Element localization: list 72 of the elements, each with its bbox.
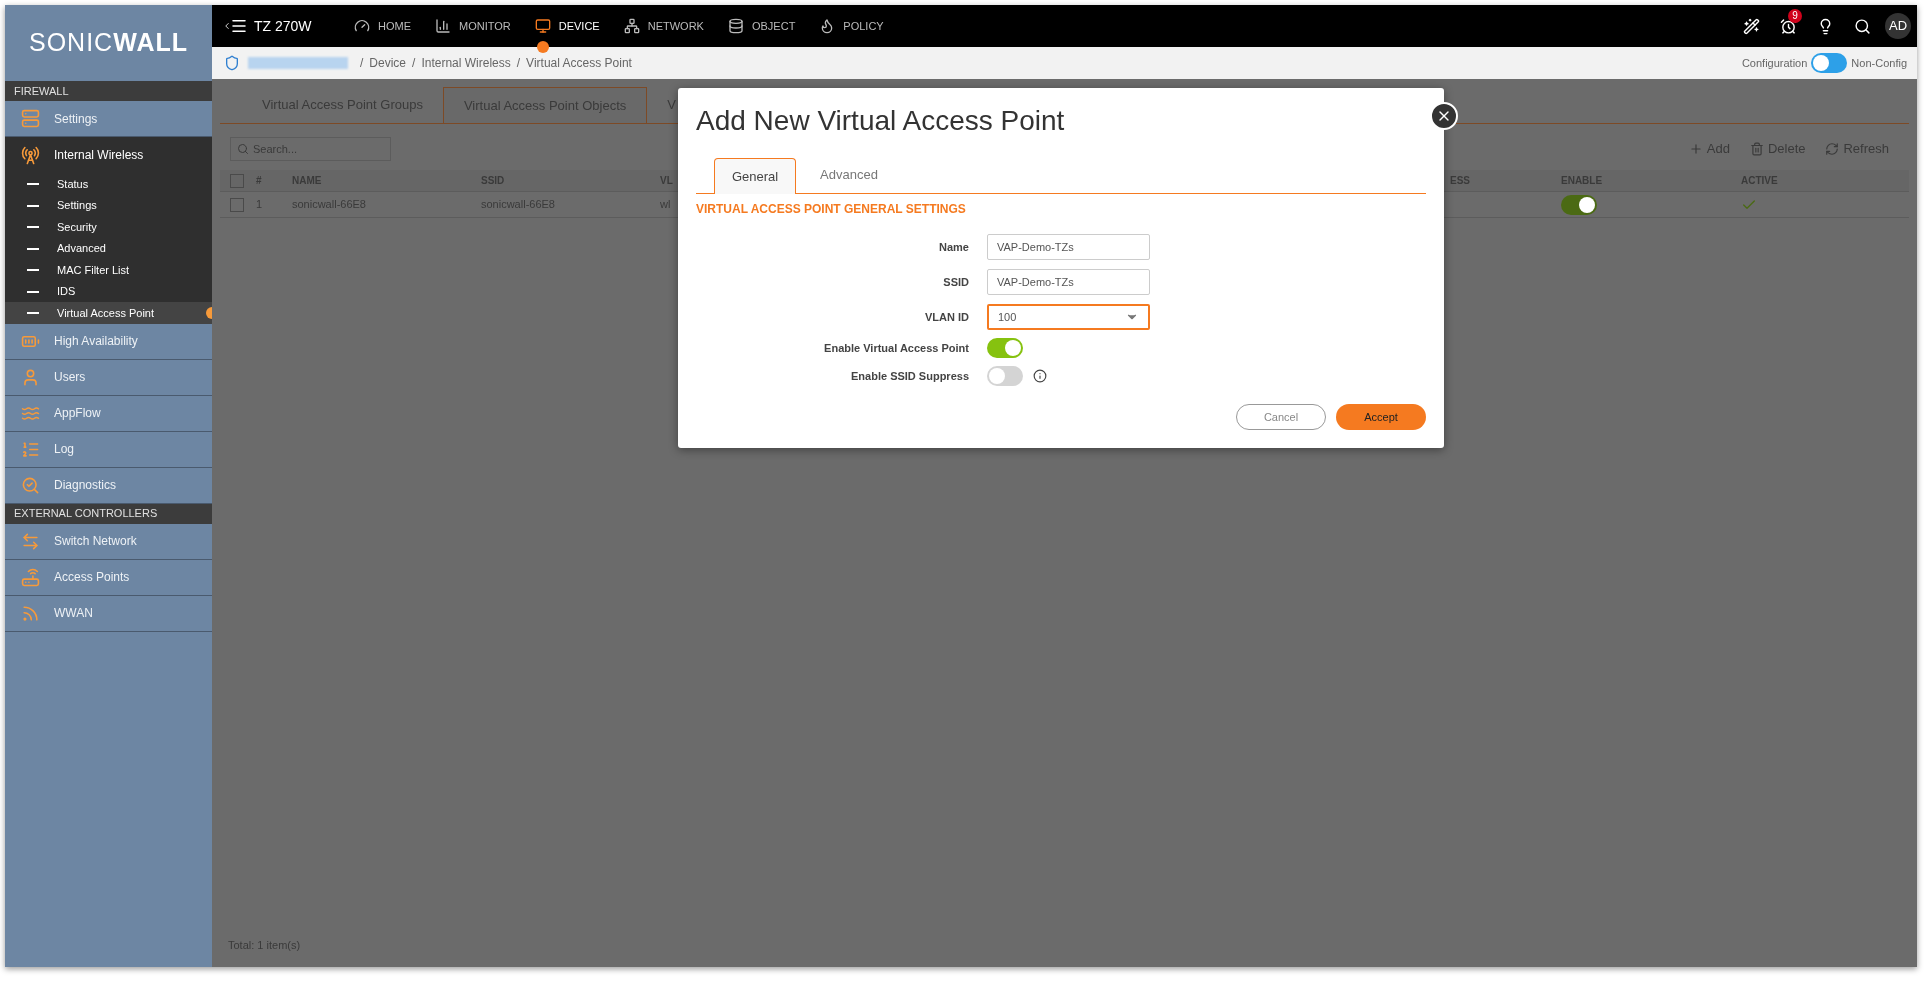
nav-tab[interactable]: NETWORK (611, 5, 716, 47)
wand-icon[interactable] (1743, 17, 1760, 35)
mode-switch[interactable] (1811, 53, 1848, 73)
chart-icon (435, 18, 451, 34)
nav-tab[interactable]: POLICY (807, 5, 896, 47)
sidebar-subitem[interactable]: Status (5, 173, 212, 195)
network-icon (623, 18, 640, 34)
brand-logo: SONICWALL (29, 27, 188, 59)
router-icon (21, 567, 40, 587)
field-label: VLAN ID (924, 309, 970, 325)
toggle-switch[interactable] (987, 338, 1023, 358)
sidebar-subitem[interactable]: MAC Filter List (5, 259, 212, 281)
monitor-icon (534, 18, 551, 34)
list-icon (21, 439, 40, 459)
nav-tab[interactable]: HOME (342, 5, 423, 47)
trash-icon (1749, 142, 1764, 156)
sidebar-item[interactable]: Internal Wireless (5, 137, 212, 173)
field-label: Name (938, 239, 970, 255)
database-icon (727, 18, 744, 34)
search-icon (237, 143, 249, 155)
breadcrumb-separator: / (412, 55, 416, 72)
refresh-icon (1825, 142, 1840, 156)
search-icon[interactable] (1854, 17, 1871, 35)
magnifier-icon (21, 475, 40, 495)
shield-icon (224, 55, 240, 71)
notification-badge: 9 (1788, 8, 1802, 23)
toggle-label: Enable SSID Suppress (850, 368, 970, 384)
checkbox[interactable] (230, 197, 244, 212)
device-name: TZ 270W (254, 16, 312, 36)
section-header: FIREWALL (5, 81, 212, 101)
vlan-dropdown[interactable]: 100 (987, 304, 1150, 330)
section-heading: VIRTUAL ACCESS POINT GENERAL SETTINGS (696, 201, 967, 218)
checkbox[interactable] (230, 173, 244, 188)
breadcrumb-link[interactable]: Device (369, 54, 407, 72)
breadcrumb-separator: / (360, 55, 364, 72)
input-field[interactable]: VAP-Demo-TZs (987, 269, 1150, 295)
nav-tab[interactable]: MONITOR (423, 5, 523, 47)
dialog-title: Add New Virtual Access Point (696, 104, 1066, 138)
menu-icon[interactable] (230, 17, 248, 35)
sidebar-subitem[interactable]: Advanced (5, 237, 212, 259)
info-icon[interactable] (1033, 369, 1047, 383)
rss-icon (21, 603, 40, 623)
dialog-tab[interactable]: Advanced (808, 157, 890, 193)
section-header: EXTERNAL CONTROLLERS (5, 503, 212, 524)
dialog-tab[interactable]: General (714, 158, 796, 194)
avatar[interactable]: AD (1885, 13, 1911, 39)
breadcrumb-separator: / (516, 55, 521, 72)
user-icon (21, 367, 40, 387)
plus-icon (1688, 142, 1703, 156)
column-header: # (256, 174, 263, 188)
sidebar-subitem[interactable]: IDS (5, 280, 212, 302)
server-icon (21, 109, 40, 128)
input-field[interactable]: VAP-Demo-TZs (987, 234, 1150, 260)
field-label: SSID (942, 274, 970, 290)
antenna-icon (21, 145, 40, 165)
arrows-icon (21, 531, 40, 551)
alarm-icon[interactable] (1780, 17, 1797, 35)
accept-button[interactable]: Accept (1336, 404, 1426, 430)
close-button[interactable] (1430, 102, 1458, 130)
toggle-label: Enable Virtual Access Point (823, 340, 970, 356)
gauge-icon (354, 18, 370, 34)
nav-tab[interactable]: DEVICE (522, 5, 612, 47)
breadcrumb-link[interactable]: Internal Wireless (421, 54, 511, 72)
sidebar-subitem[interactable]: Virtual Access Point (5, 302, 212, 324)
nav-tab[interactable]: OBJECT (715, 5, 808, 47)
mode-label: Configuration (1741, 55, 1808, 71)
mode-label: Non-Config (1851, 55, 1907, 71)
enable-switch[interactable] (1561, 194, 1597, 215)
breadcrumb-link[interactable]: Virtual Access Point (526, 54, 632, 72)
sidebar-subitem[interactable]: Security (5, 216, 212, 238)
toggle-switch[interactable] (987, 366, 1023, 386)
sidebar-subitem[interactable]: Settings (5, 194, 212, 216)
